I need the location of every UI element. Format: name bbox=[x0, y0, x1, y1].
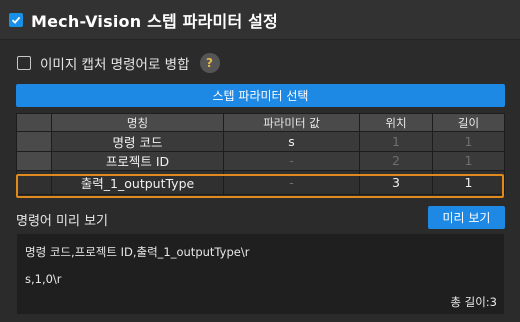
header-corner bbox=[16, 114, 52, 132]
table-row-selected[interactable]: 출력_1_outputType - 3 1 bbox=[16, 171, 505, 195]
table-row[interactable]: 명령 코드 s 1 1 bbox=[16, 132, 505, 152]
cell-name[interactable]: 프로젝트 ID bbox=[52, 151, 224, 171]
column-header-name[interactable]: 명칭 bbox=[52, 114, 224, 132]
merge-label: 이미지 캡처 명령어로 병합 bbox=[40, 57, 190, 73]
preview-label: 명령어 미리 보기 bbox=[16, 214, 108, 229]
merge-option: 이미지 캡처 명령어로 병합 ? bbox=[17, 53, 220, 73]
settings-header: Mech-Vision 스텝 파라미터 설정 bbox=[0, 0, 520, 40]
command-preview-box: 명령 코드,프로젝트 ID,출력_1_outputType\r s,1,0\r … bbox=[16, 233, 505, 315]
preview-button[interactable]: 미리 보기 bbox=[428, 206, 505, 229]
cell-value: - bbox=[224, 171, 360, 195]
cell-name[interactable]: 출력_1_outputType bbox=[52, 171, 224, 195]
cell-length: 1 bbox=[433, 132, 505, 152]
cell-value[interactable]: s bbox=[224, 132, 360, 152]
column-header-value[interactable]: 파라미터 값 bbox=[224, 114, 360, 132]
table-header: 명칭 파라미터 값 위치 길이 bbox=[16, 114, 505, 132]
help-icon[interactable]: ? bbox=[199, 53, 220, 73]
table-row[interactable]: 프로젝트 ID - 2 1 bbox=[16, 151, 505, 171]
preview-line-values: s,1,0\r bbox=[25, 272, 62, 286]
cell-position: 2 bbox=[360, 151, 433, 171]
total-length: 총 길이:3 bbox=[450, 295, 497, 309]
row-header[interactable] bbox=[16, 171, 52, 195]
row-header[interactable] bbox=[16, 132, 52, 152]
merge-checkbox[interactable] bbox=[17, 56, 31, 70]
column-header-length[interactable]: 길이 bbox=[433, 114, 505, 132]
preview-line-fields: 명령 코드,프로젝트 ID,출력_1_outputType\r bbox=[25, 245, 250, 259]
check-icon bbox=[11, 16, 21, 24]
cell-name[interactable]: 명령 코드 bbox=[52, 132, 224, 152]
page-title: Mech-Vision 스텝 파라미터 설정 bbox=[31, 11, 278, 31]
cell-position: 1 bbox=[360, 132, 433, 152]
row-header[interactable] bbox=[16, 151, 52, 171]
cell-length[interactable]: 1 bbox=[433, 171, 505, 195]
enable-checkbox[interactable] bbox=[9, 12, 23, 27]
cell-length: 1 bbox=[433, 151, 505, 171]
column-header-position[interactable]: 위치 bbox=[360, 114, 433, 132]
select-step-parameter-button[interactable]: 스텝 파라미터 선택 bbox=[16, 84, 505, 107]
cell-position[interactable]: 3 bbox=[360, 171, 433, 195]
parameter-table: 명칭 파라미터 값 위치 길이 명령 코드 s 1 1 프로젝트 ID - 2 … bbox=[16, 113, 505, 195]
cell-value: - bbox=[224, 151, 360, 171]
